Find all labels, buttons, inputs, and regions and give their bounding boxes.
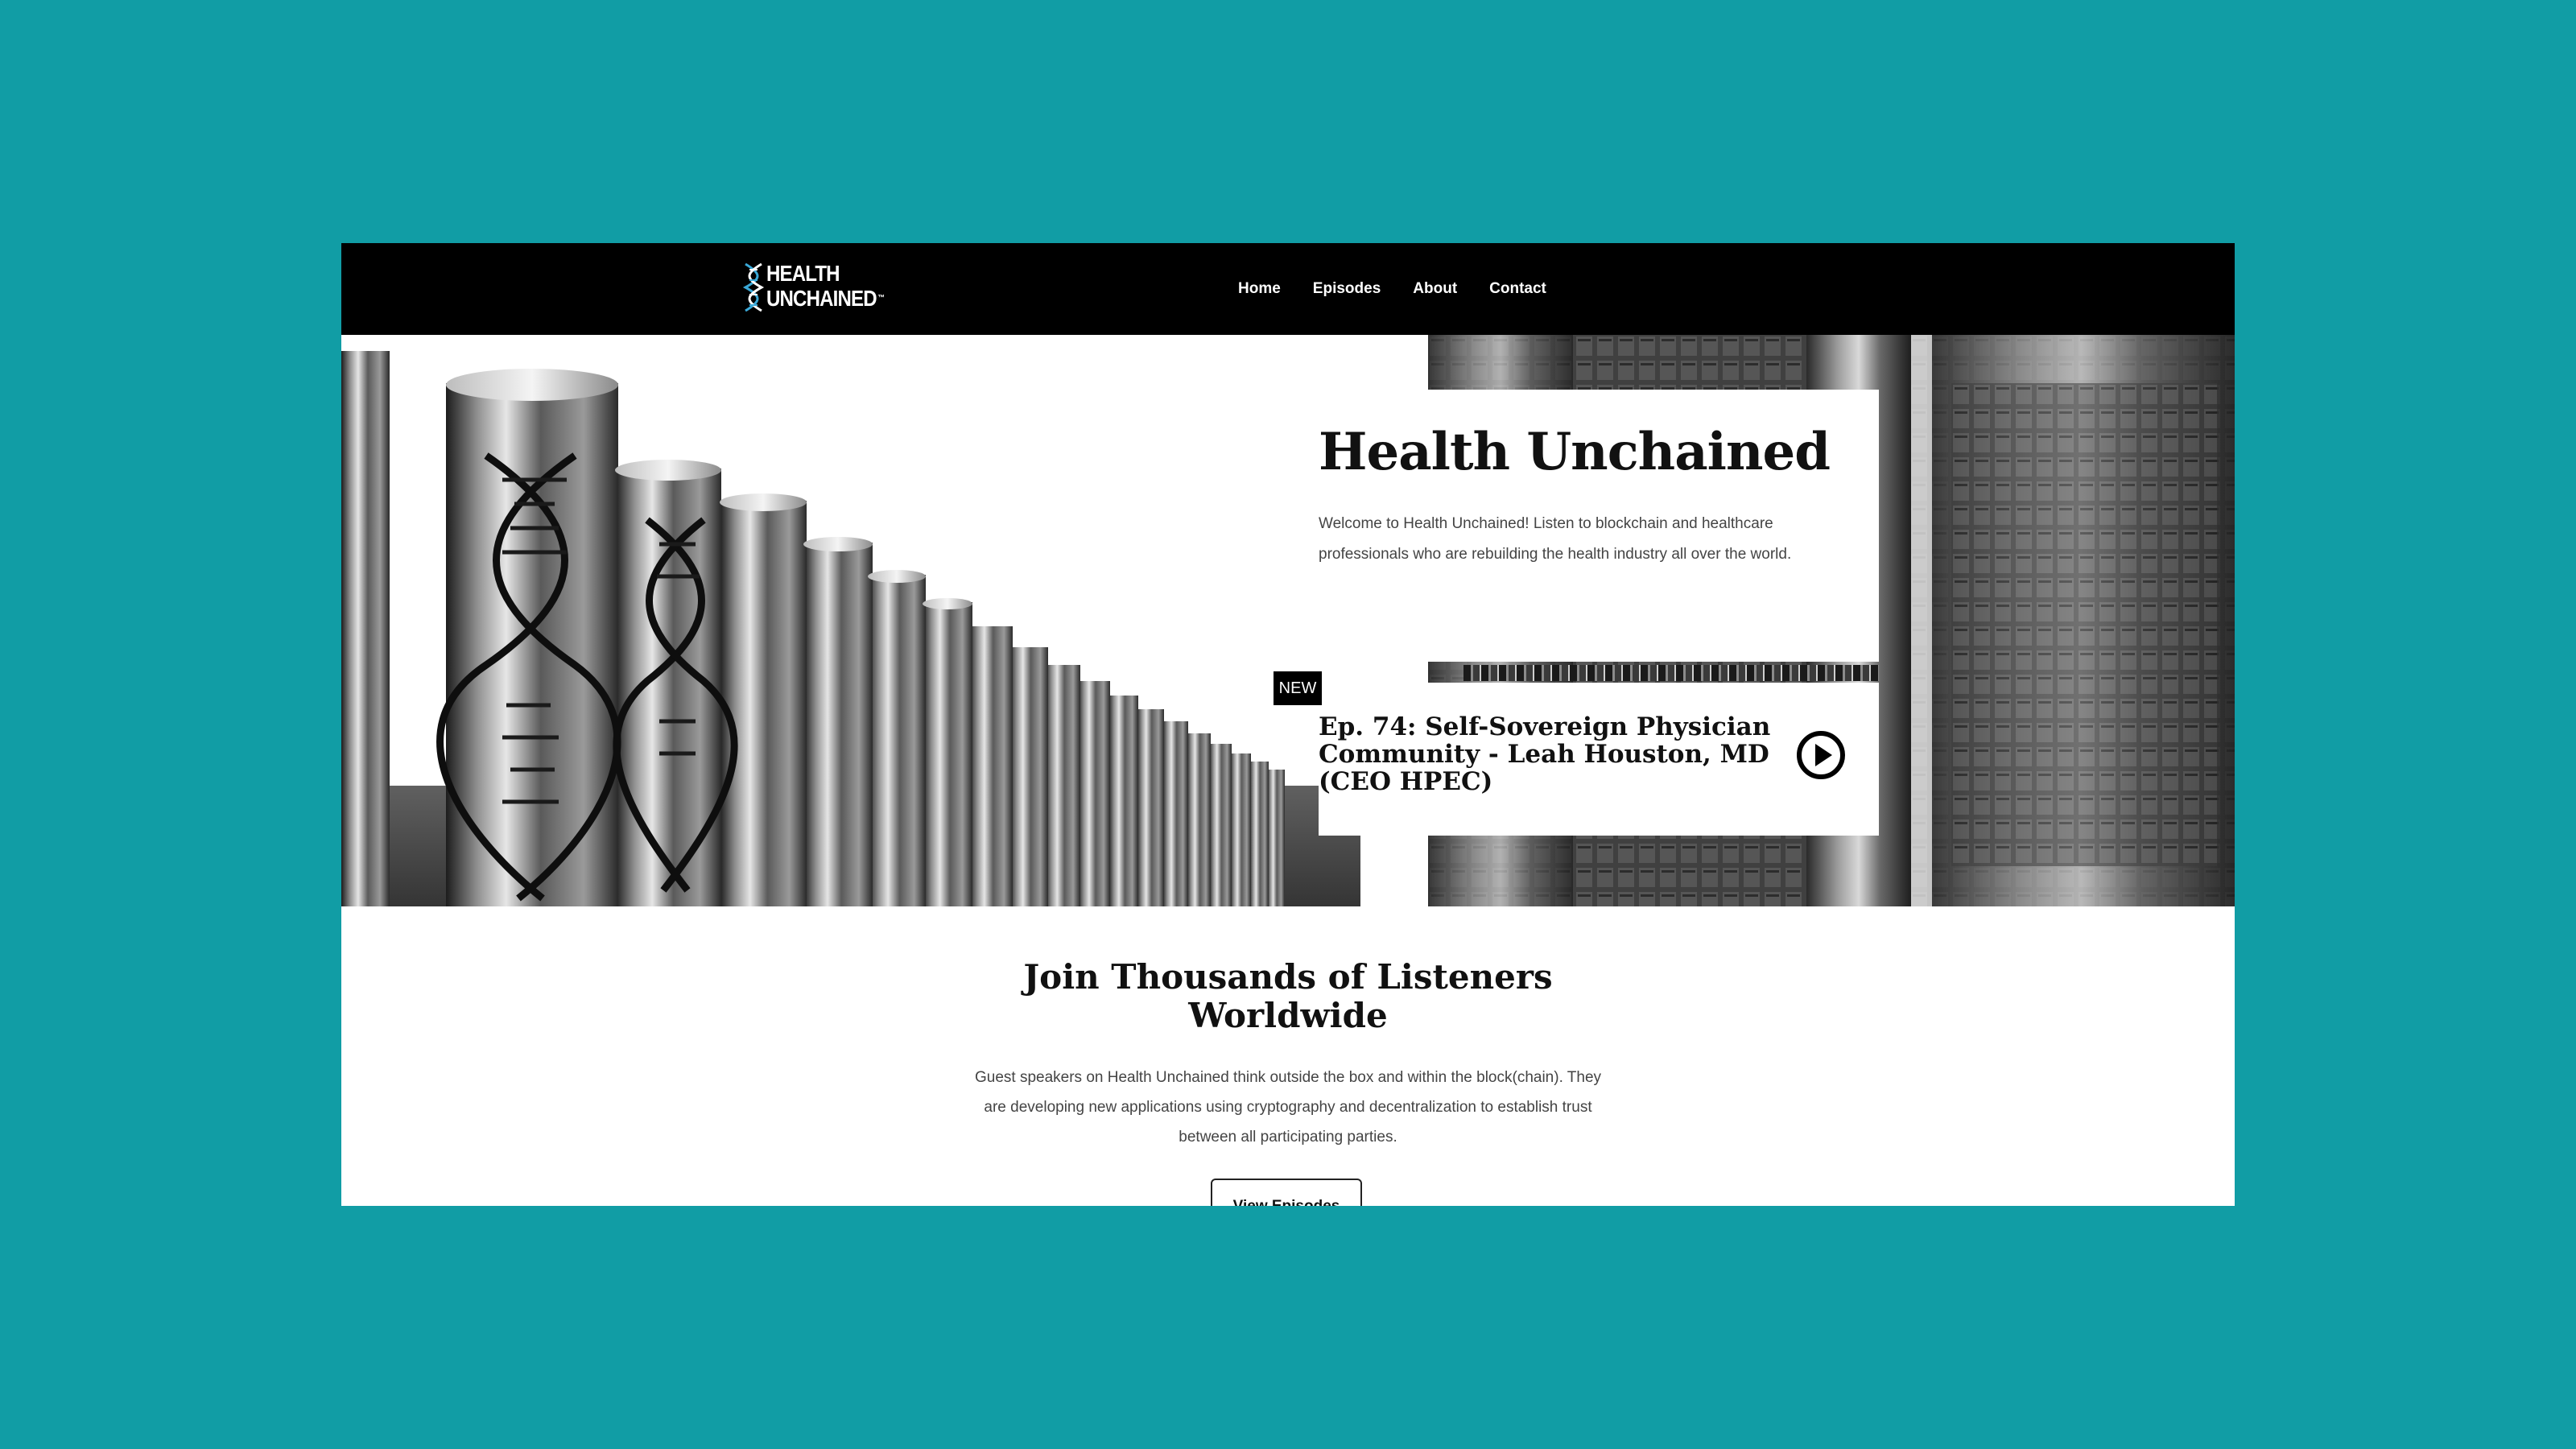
dna-helix-tubes-image — [341, 335, 1360, 906]
main-nav: Home Episodes About Contact — [1238, 243, 1546, 335]
site-header: HEALTH UNCHAINED ™ Home Episodes About Co… — [341, 243, 2235, 335]
hero-gap — [1360, 834, 1428, 906]
section-title: Join Thousands of Listeners Worldwide — [1023, 957, 1553, 1035]
view-episodes-button[interactable]: View Episodes — [1211, 1179, 1362, 1206]
dna-helix-icon — [742, 262, 765, 312]
browser-viewport: HEALTH UNCHAINED ™ Home Episodes About Co… — [341, 243, 2235, 1206]
section-description: Guest speakers on Health Unchained think… — [974, 1069, 1602, 1146]
play-circle-icon[interactable] — [1795, 729, 1847, 781]
site-logo[interactable]: HEALTH UNCHAINED ™ — [742, 261, 895, 314]
latest-episode-title[interactable]: Ep. 74: Self-Sovereign Physician Communi… — [1319, 713, 1802, 795]
hero-title: Health Unchained — [1319, 422, 1831, 482]
nav-home[interactable]: Home — [1238, 280, 1281, 298]
episode-card-strip — [1463, 665, 1879, 681]
nav-contact[interactable]: Contact — [1489, 280, 1546, 298]
new-badge: NEW — [1274, 671, 1322, 705]
nav-about[interactable]: About — [1413, 280, 1457, 298]
hero-section: Health Unchained Welcome to Health Uncha… — [341, 335, 2235, 906]
logo-line-2: UNCHAINED — [766, 286, 877, 311]
hero-description: Welcome to Health Unchained! Listen to b… — [1319, 515, 1792, 563]
logo-wordmark: HEALTH UNCHAINED ™ — [766, 261, 885, 311]
nav-episodes[interactable]: Episodes — [1313, 280, 1381, 298]
logo-line-1: HEALTH — [766, 261, 840, 286]
logo-trademark: ™ — [877, 294, 885, 303]
